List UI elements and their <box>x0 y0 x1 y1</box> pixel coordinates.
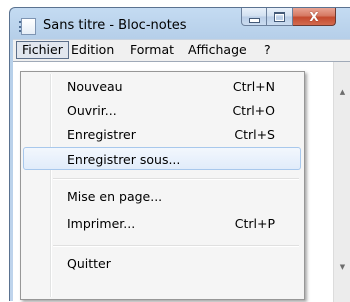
menu-item-shortcut: Ctrl+S <box>234 127 275 142</box>
menu-item-enregistrer-sous[interactable]: Enregistrer sous... <box>23 147 301 170</box>
menu-item-imprimer[interactable]: Imprimer... Ctrl+P <box>23 212 301 235</box>
menu-separator <box>53 178 299 180</box>
maximize-button[interactable] <box>267 8 293 26</box>
vertical-scrollbar[interactable]: ▲ ▼ <box>333 62 350 302</box>
maximize-icon <box>274 11 285 22</box>
menu-item-enregistrer[interactable]: Enregistrer Ctrl+S <box>23 123 301 146</box>
menu-item-ouvrir[interactable]: Ouvrir... Ctrl+O <box>23 99 301 122</box>
menu-item-label: Ouvrir... <box>67 103 117 118</box>
scroll-up-arrow-icon[interactable]: ▲ <box>334 84 350 101</box>
menu-separator <box>53 245 299 247</box>
menu-item-shortcut: Ctrl+O <box>232 103 275 118</box>
file-menu-dropdown: Nouveau Ctrl+N Ouvrir... Ctrl+O Enregist… <box>20 71 305 300</box>
title-bar[interactable]: Sans titre - Bloc-notes X <box>10 8 350 38</box>
menu-item-nouveau[interactable]: Nouveau Ctrl+N <box>23 75 301 98</box>
menu-item-shortcut: Ctrl+N <box>232 79 275 94</box>
menu-item-label: Enregistrer sous... <box>67 152 181 167</box>
menu-format[interactable]: Format <box>125 41 179 59</box>
minimize-icon <box>248 18 260 23</box>
menu-item-label: Quitter <box>67 256 111 271</box>
menu-item-quitter[interactable]: Quitter <box>23 252 301 275</box>
notepad-icon[interactable] <box>19 18 36 35</box>
menu-item-label: Nouveau <box>67 79 123 94</box>
menu-item-label: Mise en page... <box>67 189 163 204</box>
menu-edition[interactable]: Edition <box>66 41 119 59</box>
caption-buttons: X <box>241 8 336 28</box>
menu-bar: Fichier Edition Format Affichage ? <box>13 39 350 61</box>
minimize-button[interactable] <box>241 8 267 26</box>
scroll-down-arrow-icon[interactable]: ▼ <box>334 259 350 276</box>
menu-item-shortcut: Ctrl+P <box>234 216 275 231</box>
close-icon: X <box>309 9 319 24</box>
menu-help[interactable]: ? <box>259 41 276 59</box>
window-title: Sans titre - Bloc-notes <box>43 18 187 33</box>
menu-item-label: Imprimer... <box>67 216 136 231</box>
menu-item-mise-en-page[interactable]: Mise en page... <box>23 185 301 208</box>
menu-item-label: Enregistrer <box>67 127 136 142</box>
menu-fichier[interactable]: Fichier <box>16 41 69 59</box>
close-button[interactable]: X <box>293 8 336 26</box>
menu-affichage[interactable]: Affichage <box>183 41 252 59</box>
